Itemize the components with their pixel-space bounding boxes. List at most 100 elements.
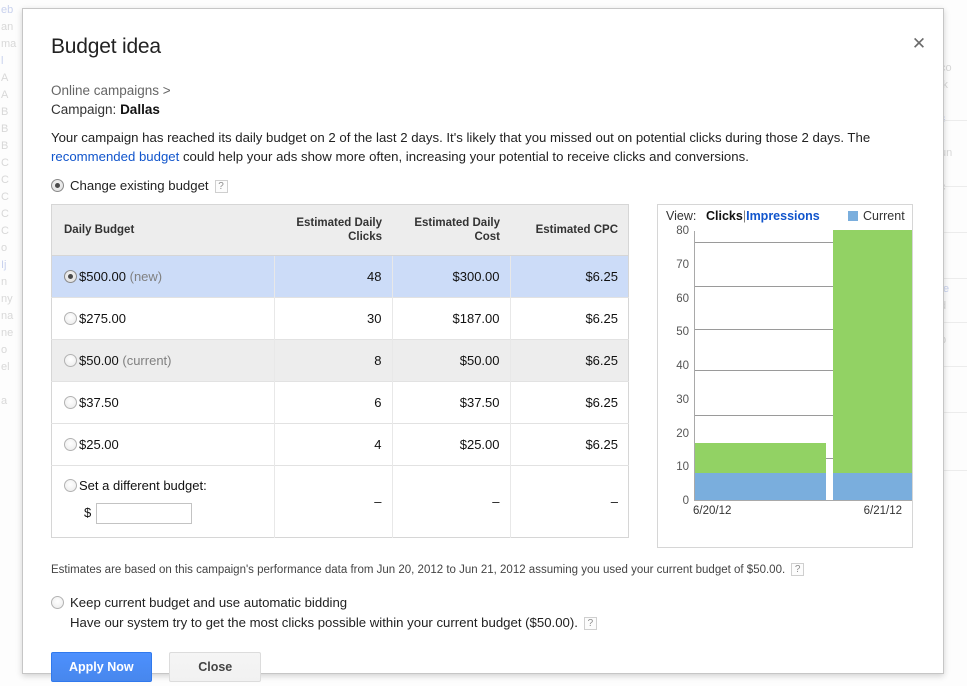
custom-budget-input-wrap: $ [64,503,264,524]
budget-radio[interactable] [64,396,77,409]
estimates-note: Estimates are based on this campaign's p… [51,562,913,578]
breadcrumb-campaign-label: Campaign: [51,102,117,117]
cpc-cell: – [509,465,629,538]
cpc-cell: $6.25 [509,255,629,298]
help-icon-automatic-bidding[interactable]: ? [583,617,597,630]
y-tick-label: 80 [676,225,689,237]
budget-radio[interactable] [64,438,77,451]
budget-cell[interactable]: $50.00 (current) [51,339,274,382]
cost-cell: $187.00 [391,297,510,340]
x-axis-line [694,500,912,501]
header-estimated-daily-clicks: Estimated Daily Clicks [274,204,392,256]
intro-text-part1: Your campaign has reached its daily budg… [51,130,871,145]
budget-amount: $500.00 [79,269,126,284]
legend-current: Current [848,209,905,223]
metric-clicks[interactable]: Clicks [706,209,743,223]
y-tick-label: 40 [676,360,689,372]
close-icon[interactable]: ✕ [909,34,929,54]
budget-radio[interactable] [64,270,77,283]
clicks-cell: 48 [273,255,392,298]
budget-radio[interactable] [64,312,77,325]
budget-cell[interactable]: $275.00 [51,297,274,340]
budget-and-chart-row: Daily Budget Estimated Daily Clicks Esti… [51,204,913,548]
budget-radio[interactable] [64,354,77,367]
y-tick-label: 10 [676,461,689,474]
budget-tag: (current) [118,353,172,368]
keep-current-budget-block: Keep current budget and use automatic bi… [51,595,913,630]
change-existing-budget-option[interactable]: Change existing budget? [51,178,913,193]
bar-segment-missed [833,230,912,473]
custom-budget-input[interactable] [96,503,193,524]
table-row-custom-budget[interactable]: Set a different budget: $ – – – [51,465,629,538]
clicks-cell: 6 [273,381,392,424]
table-row[interactable]: $275.00 30 $187.00 $6.25 [51,297,629,340]
bar-segment-current [695,473,826,500]
bar-segment-current [833,473,912,500]
table-row[interactable]: $50.00 (current) 8 $50.00 $6.25 [51,339,629,382]
breadcrumb-campaign-name: Dallas [120,102,160,117]
keep-current-budget-subtext: Have our system try to get the most clic… [70,615,578,630]
intro-text-part2: could help your ads show more often, inc… [179,149,749,164]
currency-symbol: $ [84,504,92,520]
cost-cell: $300.00 [391,255,510,298]
keep-current-budget-description: Have our system try to get the most clic… [70,615,913,630]
page-title: Budget idea [51,35,161,58]
header-daily-budget: Daily Budget [51,204,274,256]
clicks-cell: 30 [273,297,392,340]
change-existing-budget-radio[interactable] [51,179,64,192]
metric-impressions[interactable]: Impressions [746,209,820,223]
cost-cell: $50.00 [391,339,510,382]
budget-amount: $50.00 [79,353,119,368]
budget-tag: (new) [126,269,163,284]
header-estimated-daily-cost: Estimated Daily Cost [392,204,510,256]
bar-segment-missed [695,442,826,473]
recommended-budget-link[interactable]: recommended budget [51,149,179,164]
table-row[interactable]: $37.50 6 $37.50 $6.25 [51,381,629,424]
clicks-cell: 8 [273,339,392,382]
budget-amount: $37.50 [79,395,119,410]
chart-header: View: Clicks|Impressions Current Missed [658,208,912,226]
breadcrumb-parent: Online campaigns > [51,83,171,98]
y-tick-label: 0 [682,495,689,507]
y-tick-label: 30 [676,393,689,406]
custom-budget-cell[interactable]: Set a different budget: $ [51,465,274,538]
help-icon-estimates[interactable]: ? [791,563,805,576]
cpc-cell: $6.25 [509,297,629,340]
budget-rows: $500.00 (new) 48 $300.00 $6.25 $275.00 3… [51,255,629,538]
bar-6-20-12 [695,442,826,500]
estimates-note-text: Estimates are based on this campaign's p… [51,564,786,576]
keep-current-budget-label: Keep current budget and use automatic bi… [70,595,348,610]
legend-current-label: Current [863,209,905,223]
clicks-cell: 4 [273,423,392,466]
budget-cell[interactable]: $25.00 [51,423,274,466]
keep-current-budget-radio[interactable] [51,596,64,609]
clicks-chart: View: Clicks|Impressions Current Missed … [657,204,913,548]
y-tick-label: 60 [676,292,689,305]
keep-current-budget-option[interactable]: Keep current budget and use automatic bi… [51,595,913,610]
cost-cell: – [391,465,510,538]
cost-cell: $25.00 [391,423,510,466]
budget-amount: $275.00 [79,311,126,326]
y-tick-label: 70 [676,258,689,271]
table-header-row: Daily Budget Estimated Daily Clicks Esti… [51,204,629,256]
chart-metric-toggle: Clicks|Impressions [706,209,820,223]
budget-cell[interactable]: $500.00 (new) [51,255,274,298]
close-button[interactable]: Close [169,652,262,682]
table-row[interactable]: $25.00 4 $25.00 $6.25 [51,423,629,466]
apply-now-button[interactable]: Apply Now [51,652,152,682]
dialog-body: Budget idea Online campaigns > Campaign:… [23,9,943,682]
budget-cell[interactable]: $37.50 [51,381,274,424]
custom-budget-label: Set a different budget: [79,478,207,493]
help-icon-change-budget[interactable]: ? [214,180,228,193]
chart-plot-area: 0 10 20 30 40 50 60 70 80 [676,225,912,507]
table-row[interactable]: $500.00 (new) 48 $300.00 $6.25 [51,255,629,298]
change-existing-budget-label: Change existing budget [70,178,209,193]
chart-view-label: View: [666,209,697,223]
bar-6-21-12 [833,230,912,500]
cpc-cell: $6.25 [509,381,629,424]
cpc-cell: $6.25 [509,423,629,466]
y-tick-label: 50 [676,326,689,339]
legend-swatch-current-icon [848,211,858,221]
dialog-button-bar: Apply Now Close [51,652,913,682]
custom-budget-radio[interactable] [64,479,77,492]
